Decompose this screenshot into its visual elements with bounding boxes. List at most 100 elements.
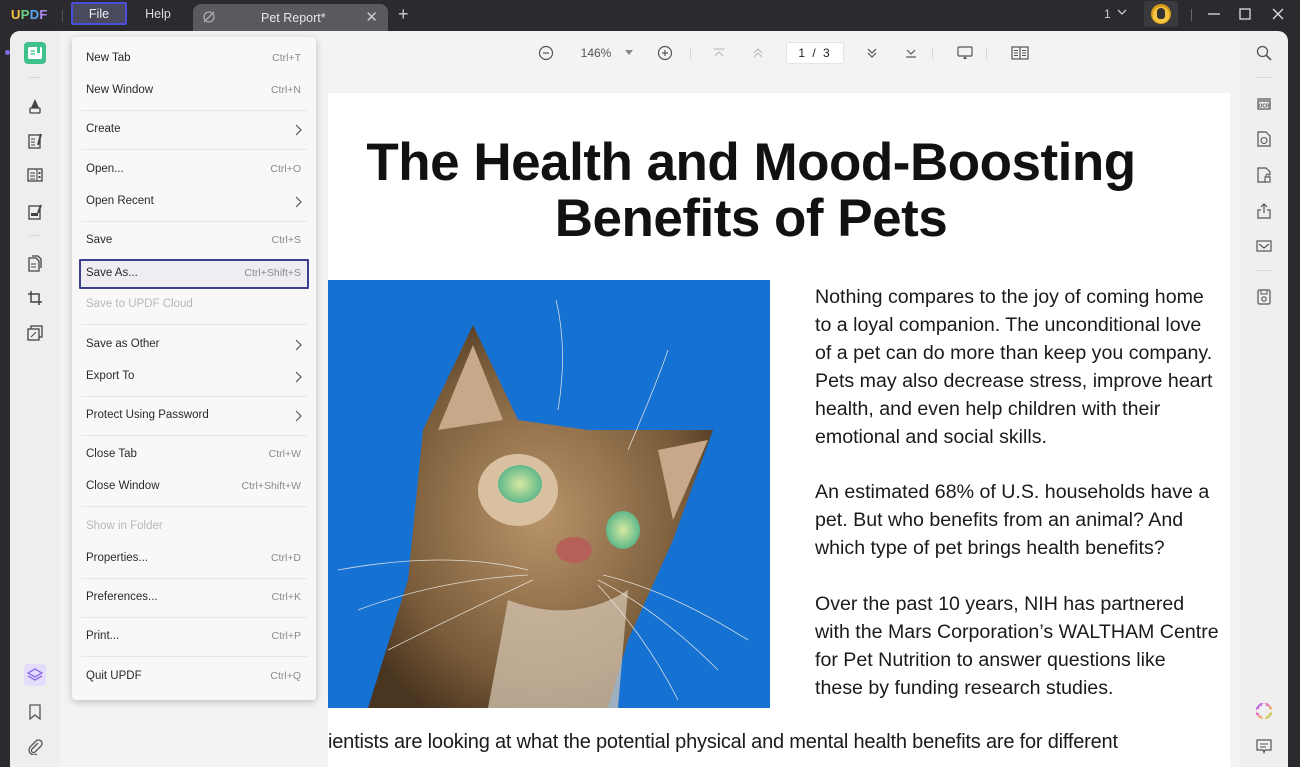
menu-item-quit[interactable]: Quit UPDF Ctrl+Q	[79, 662, 309, 692]
reader-mode-button[interactable]	[24, 42, 46, 64]
menu-item-properties[interactable]: Properties... Ctrl+D	[79, 544, 309, 574]
chevron-down-icon[interactable]	[1116, 6, 1128, 18]
menu-help[interactable]: Help	[134, 2, 182, 25]
ai-assistant-button[interactable]	[1253, 700, 1275, 722]
double-chevron-up-icon	[753, 48, 763, 58]
divider	[1257, 77, 1271, 78]
page-layout-button[interactable]	[1010, 43, 1030, 63]
slideshow-button[interactable]	[956, 43, 974, 63]
fill-sign-button[interactable]	[24, 201, 46, 223]
menu-item-open[interactable]: Open... Ctrl+O	[79, 155, 309, 185]
highlighter-icon	[29, 99, 41, 114]
fill-sign-icon	[28, 204, 42, 220]
menu-divider	[81, 656, 307, 657]
shortcut: Ctrl+Q	[270, 670, 301, 682]
menu-item-close-tab[interactable]: Close Tab Ctrl+W	[79, 440, 309, 470]
mail-icon	[1256, 240, 1272, 252]
save-button[interactable]	[1253, 286, 1275, 308]
share-button[interactable]	[1253, 200, 1275, 222]
shortcut: Ctrl+D	[270, 552, 301, 564]
menu-item-open-recent[interactable]: Open Recent	[79, 187, 309, 217]
menu-item-show-in-folder: Show in Folder	[86, 520, 163, 532]
svg-text:OCR: OCR	[1258, 104, 1270, 110]
close-icon	[1272, 8, 1284, 20]
menu-item-export-to[interactable]: Export To	[79, 362, 309, 392]
chevron-right-icon	[295, 410, 302, 422]
email-button[interactable]	[1253, 235, 1275, 257]
divider	[29, 77, 41, 78]
comment-mode-button[interactable]	[24, 94, 46, 116]
close-window-button[interactable]	[1268, 5, 1288, 23]
bookmark-button[interactable]	[24, 701, 46, 723]
attachment-button[interactable]	[24, 736, 46, 758]
menu-item-create[interactable]: Create	[79, 115, 309, 145]
convert-button[interactable]	[24, 322, 46, 344]
document-tab[interactable]: Pet Report* ✕	[193, 4, 388, 31]
paragraph-2: An estimated 68% of U.S. households have…	[815, 481, 1210, 559]
page-number-input[interactable]: 1 / 3	[786, 42, 844, 64]
chevron-right-icon	[295, 196, 302, 208]
menu-divider	[81, 506, 307, 507]
edit-pdf-button[interactable]	[24, 130, 46, 152]
avatar[interactable]	[1144, 1, 1178, 27]
layers-button[interactable]	[24, 664, 46, 686]
menu-item-close-window[interactable]: Close Window Ctrl+Shift+W	[79, 472, 309, 502]
close-tab-icon[interactable]: ✕	[365, 8, 378, 26]
menu-item-print[interactable]: Print... Ctrl+P	[79, 622, 309, 652]
menu-divider	[81, 435, 307, 436]
zoom-out-button[interactable]	[537, 43, 555, 63]
maximize-button[interactable]	[1235, 5, 1255, 23]
menu-item-save-as[interactable]: Save As... Ctrl+Shift+S	[79, 259, 309, 289]
form-icon	[27, 168, 43, 182]
new-tab-button[interactable]: +	[398, 4, 409, 25]
minimize-button[interactable]	[1204, 5, 1224, 23]
menu-item-protect-password[interactable]: Protect Using Password	[79, 401, 309, 431]
last-page-button[interactable]	[903, 43, 919, 63]
comments-list-button[interactable]	[1253, 736, 1275, 758]
window-edge	[1288, 31, 1300, 767]
menu-item-save[interactable]: Save Ctrl+S	[79, 226, 309, 256]
caret-down-icon	[625, 50, 633, 55]
organize-pages-button[interactable]	[24, 253, 46, 275]
cloud-off-icon	[203, 11, 215, 23]
ocr-button[interactable]: OCR	[1253, 92, 1275, 114]
first-page-button[interactable]	[711, 43, 727, 63]
shortcut: Ctrl+N	[270, 84, 301, 96]
shortcut: Ctrl+Shift+S	[244, 267, 301, 279]
organize-form-button[interactable]	[24, 164, 46, 186]
zoom-in-button[interactable]	[656, 43, 674, 63]
convert-icon	[27, 325, 43, 341]
zoom-dropdown[interactable]	[623, 43, 635, 63]
shortcut: Ctrl+W	[268, 448, 301, 460]
menu-item-new-tab[interactable]: New Tab Ctrl+T	[79, 44, 309, 74]
chevron-right-icon	[295, 339, 302, 351]
menu-divider	[81, 617, 307, 618]
layers-icon	[27, 668, 43, 681]
paragraph-3: Over the past 10 years, NIH has partnere…	[815, 593, 1219, 699]
menu-item-new-window[interactable]: New Window Ctrl+N	[79, 76, 309, 106]
file-lock-icon	[1257, 167, 1271, 183]
maximize-icon	[1239, 8, 1251, 20]
crop-button[interactable]	[24, 287, 46, 309]
shortcut: Ctrl+K	[271, 591, 301, 603]
divider	[29, 235, 41, 236]
shortcut: Ctrl+T	[272, 52, 301, 64]
previous-page-button[interactable]	[750, 43, 766, 63]
window-count[interactable]: 1	[1104, 7, 1111, 21]
document-title: The Health and Mood-Boosting Benefits of…	[366, 133, 1136, 248]
menu-file[interactable]: File	[71, 2, 127, 25]
cat-image[interactable]	[328, 280, 770, 708]
next-page-button[interactable]	[864, 43, 880, 63]
view-toolbar: 146% 1 / 3	[320, 35, 1230, 73]
zoom-level[interactable]: 146%	[578, 43, 614, 63]
menu-item-save-as-other[interactable]: Save as Other	[79, 330, 309, 360]
menu-divider	[81, 578, 307, 579]
edit-text-icon	[28, 133, 42, 149]
chevron-right-icon	[295, 371, 302, 383]
panel-indicator	[5, 50, 10, 55]
protect-button[interactable]	[1253, 164, 1275, 186]
menu-item-preferences[interactable]: Preferences... Ctrl+K	[79, 583, 309, 613]
search-button[interactable]	[1253, 42, 1275, 64]
zoom-out-icon	[538, 45, 554, 61]
convert-pdf-button[interactable]	[1253, 128, 1275, 150]
